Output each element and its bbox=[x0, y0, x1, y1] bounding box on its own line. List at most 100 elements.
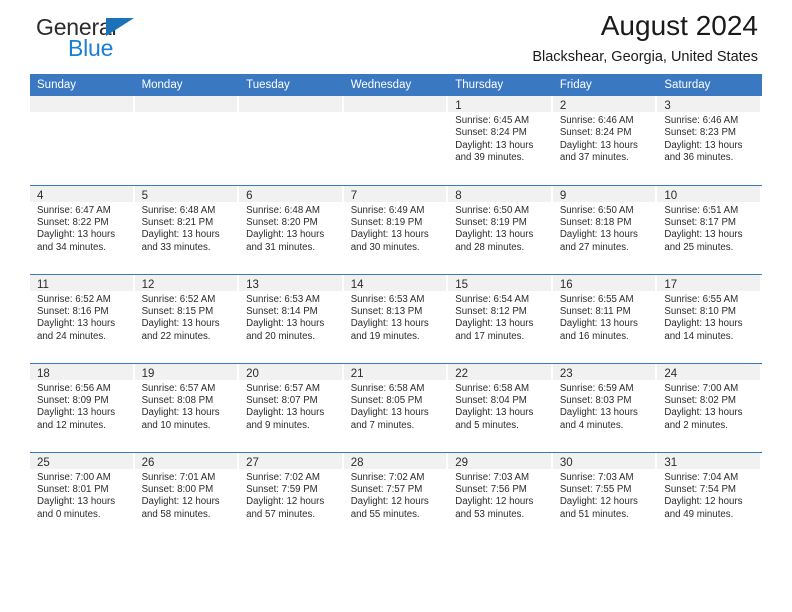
calendar-week-row: 25 Sunrise: 7:00 AM Sunset: 8:01 PM Dayligh… bbox=[30, 451, 762, 541]
day-number: 16 bbox=[552, 274, 658, 291]
logo-triangle-icon bbox=[106, 18, 134, 36]
sunset-text: Sunset: 8:02 PM bbox=[664, 394, 736, 406]
sunrise-text: Sunrise: 7:02 AM bbox=[246, 471, 320, 483]
day-number: 15 bbox=[448, 274, 553, 291]
sunset-text: Sunset: 8:00 PM bbox=[141, 483, 214, 495]
sunrise-text: Sunrise: 6:58 AM bbox=[350, 382, 425, 394]
day-number: 8 bbox=[448, 185, 553, 202]
daylight-text: Daylight: 13 hours and 36 minutes. bbox=[664, 139, 743, 164]
calendar-day-cell[interactable]: 16 Sunrise: 6:55 AM Sunset: 8:11 PM Dayligh… bbox=[552, 273, 658, 363]
calendar-empty-cell bbox=[30, 96, 135, 185]
day-number: 28 bbox=[343, 452, 449, 469]
daylight-text: Daylight: 13 hours and 33 minutes. bbox=[141, 229, 220, 253]
calendar-day-cell[interactable]: 22 Sunrise: 6:58 AM Sunset: 8:04 PM Dayligh… bbox=[448, 362, 553, 452]
calendar-day-cell[interactable]: 24 Sunrise: 7:00 AM Sunset: 8:02 PM Dayligh… bbox=[657, 362, 762, 452]
day-number: 6 bbox=[239, 185, 344, 202]
calendar-day-cell[interactable]: 19 Sunrise: 6:57 AM Sunset: 8:08 PM Dayligh… bbox=[134, 362, 240, 452]
sunset-text: Sunset: 8:13 PM bbox=[350, 305, 423, 317]
day-details: Sunrise: 6:54 AM Sunset: 8:12 PM Daylight:… bbox=[448, 291, 553, 343]
sunrise-text: Sunrise: 7:00 AM bbox=[37, 471, 111, 483]
calendar-day-cell[interactable]: 29 Sunrise: 7:03 AM Sunset: 7:56 PM Dayligh… bbox=[448, 451, 553, 541]
sunrise-text: Sunrise: 6:45 AM bbox=[455, 115, 530, 126]
calendar-day-cell[interactable]: 6 Sunrise: 6:48 AM Sunset: 8:20 PM Daylight… bbox=[239, 184, 344, 274]
weekday-header-saturday: Saturday bbox=[657, 74, 762, 96]
calendar-day-cell[interactable]: 15 Sunrise: 6:54 AM Sunset: 8:12 PM Dayligh… bbox=[448, 273, 553, 363]
sunset-text: Sunset: 7:54 PM bbox=[664, 483, 736, 495]
sunset-text: Sunset: 8:19 PM bbox=[455, 216, 527, 228]
calendar-day-cell[interactable]: 21 Sunrise: 6:58 AM Sunset: 8:05 PM Dayligh… bbox=[343, 362, 449, 452]
daylight-text: Daylight: 13 hours and 7 minutes. bbox=[350, 407, 429, 431]
sunset-text: Sunset: 8:09 PM bbox=[37, 394, 109, 406]
daylight-text: Daylight: 13 hours and 12 minutes. bbox=[37, 407, 116, 431]
day-details: Sunrise: 6:51 AM Sunset: 8:17 PM Daylight:… bbox=[657, 202, 762, 254]
calendar-day-cell[interactable]: 5 Sunrise: 6:48 AM Sunset: 8:21 PM Daylight… bbox=[134, 184, 240, 274]
calendar-day-cell[interactable]: 14 Sunrise: 6:53 AM Sunset: 8:13 PM Dayligh… bbox=[343, 273, 449, 363]
sunrise-text: Sunrise: 7:04 AM bbox=[664, 471, 739, 483]
daylight-text: Daylight: 13 hours and 14 minutes. bbox=[664, 318, 743, 342]
sunrise-text: Sunrise: 6:59 AM bbox=[559, 382, 634, 394]
daylight-text: Daylight: 13 hours and 22 minutes. bbox=[141, 318, 220, 342]
day-number: 29 bbox=[448, 452, 553, 469]
calendar-day-cell[interactable]: 26 Sunrise: 7:01 AM Sunset: 8:00 PM Dayligh… bbox=[134, 451, 240, 541]
calendar-day-cell[interactable]: 8 Sunrise: 6:50 AM Sunset: 8:19 PM Daylight… bbox=[448, 184, 553, 274]
calendar-day-cell[interactable]: 4 Sunrise: 6:47 AM Sunset: 8:22 PM Daylight… bbox=[30, 184, 135, 274]
day-number: 19 bbox=[134, 363, 240, 380]
calendar-day-cell[interactable]: 7 Sunrise: 6:49 AM Sunset: 8:19 PM Daylight… bbox=[343, 184, 449, 274]
day-details: Sunrise: 6:59 AM Sunset: 8:03 PM Daylight:… bbox=[553, 380, 658, 432]
calendar-week-row: 18 Sunrise: 6:56 AM Sunset: 8:09 PM Dayligh… bbox=[30, 362, 762, 452]
daylight-text: Daylight: 13 hours and 10 minutes. bbox=[141, 407, 220, 431]
calendar-day-cell[interactable]: 9 Sunrise: 6:50 AM Sunset: 8:18 PM Daylight… bbox=[552, 184, 658, 274]
calendar-day-cell[interactable]: 11 Sunrise: 6:52 AM Sunset: 8:16 PM Dayligh… bbox=[30, 273, 135, 363]
day-details: Sunrise: 6:56 AM Sunset: 8:09 PM Daylight:… bbox=[30, 380, 135, 432]
day-number: 10 bbox=[657, 185, 762, 202]
calendar-day-cell[interactable]: 28 Sunrise: 7:02 AM Sunset: 7:57 PM Dayligh… bbox=[343, 451, 449, 541]
day-details: Sunrise: 6:47 AM Sunset: 8:22 PM Daylight:… bbox=[30, 202, 135, 254]
sunset-text: Sunset: 8:16 PM bbox=[37, 305, 109, 317]
day-number: 17 bbox=[657, 274, 762, 291]
day-details: Sunrise: 7:00 AM Sunset: 8:01 PM Daylight:… bbox=[30, 469, 135, 521]
daylight-text: Daylight: 12 hours and 57 minutes. bbox=[246, 496, 325, 520]
sunrise-text: Sunrise: 7:02 AM bbox=[350, 471, 425, 483]
daylight-text: Daylight: 12 hours and 51 minutes. bbox=[559, 496, 638, 520]
calendar-table: Sunday Monday Tuesday Wednesday Thursday… bbox=[30, 74, 762, 541]
day-details: Sunrise: 6:57 AM Sunset: 8:08 PM Daylight:… bbox=[135, 380, 240, 432]
daylight-text: Daylight: 13 hours and 9 minutes. bbox=[246, 407, 325, 431]
daylight-text: Daylight: 13 hours and 24 minutes. bbox=[37, 318, 116, 342]
calendar-day-cell[interactable]: 10 Sunrise: 6:51 AM Sunset: 8:17 PM Dayligh… bbox=[657, 184, 762, 274]
calendar-day-cell[interactable]: 17 Sunrise: 6:55 AM Sunset: 8:10 PM Dayligh… bbox=[657, 273, 762, 363]
calendar-day-cell[interactable]: 12 Sunrise: 6:52 AM Sunset: 8:15 PM Dayligh… bbox=[134, 273, 240, 363]
calendar-day-cell[interactable]: 3 Sunrise: 6:46 AM Sunset: 8:23 PM Daylight… bbox=[657, 96, 762, 185]
logo-text-general: General bbox=[36, 16, 156, 39]
daylight-text: Daylight: 13 hours and 0 minutes. bbox=[37, 496, 116, 520]
day-number: 21 bbox=[343, 363, 449, 380]
calendar-day-cell[interactable]: 30 Sunrise: 7:03 AM Sunset: 7:55 PM Dayligh… bbox=[552, 451, 658, 541]
sunrise-text: Sunrise: 6:57 AM bbox=[246, 382, 320, 394]
sunrise-text: Sunrise: 6:50 AM bbox=[559, 204, 634, 216]
daylight-text: Daylight: 13 hours and 27 minutes. bbox=[559, 229, 638, 253]
general-blue-logo: General Blue bbox=[36, 16, 156, 66]
calendar-day-cell[interactable]: 23 Sunrise: 6:59 AM Sunset: 8:03 PM Dayligh… bbox=[552, 362, 658, 452]
sunrise-text: Sunrise: 6:53 AM bbox=[350, 293, 425, 305]
sunrise-text: Sunrise: 6:54 AM bbox=[455, 293, 530, 305]
calendar-day-cell[interactable]: 25 Sunrise: 7:00 AM Sunset: 8:01 PM Dayligh… bbox=[30, 451, 135, 541]
calendar-day-cell[interactable]: 2 Sunrise: 6:46 AM Sunset: 8:24 PM Daylight… bbox=[552, 96, 658, 185]
day-details: Sunrise: 7:04 AM Sunset: 7:54 PM Daylight:… bbox=[657, 469, 762, 521]
weekday-header-monday: Monday bbox=[134, 74, 240, 96]
calendar-day-cell[interactable]: 18 Sunrise: 6:56 AM Sunset: 8:09 PM Dayligh… bbox=[30, 362, 135, 452]
day-number: 23 bbox=[552, 363, 658, 380]
calendar-page: General Blue August 2024 Blackshear, Geo… bbox=[0, 0, 792, 612]
day-details: Sunrise: 7:02 AM Sunset: 7:59 PM Daylight:… bbox=[239, 469, 344, 521]
daylight-text: Daylight: 13 hours and 5 minutes. bbox=[455, 407, 534, 431]
sunrise-text: Sunrise: 6:53 AM bbox=[246, 293, 320, 305]
calendar-day-cell[interactable]: 13 Sunrise: 6:53 AM Sunset: 8:14 PM Dayligh… bbox=[239, 273, 344, 363]
sunset-text: Sunset: 8:04 PM bbox=[455, 394, 527, 406]
calendar-day-cell[interactable]: 27 Sunrise: 7:02 AM Sunset: 7:59 PM Dayligh… bbox=[239, 451, 344, 541]
calendar-day-cell[interactable]: 1 Sunrise: 6:45 AM Sunset: 8:24 PM Daylight… bbox=[448, 96, 553, 185]
calendar-day-cell[interactable]: 20 Sunrise: 6:57 AM Sunset: 8:07 PM Dayligh… bbox=[239, 362, 344, 452]
calendar-day-cell[interactable]: 31 Sunrise: 7:04 AM Sunset: 7:54 PM Dayligh… bbox=[657, 451, 762, 541]
daylight-text: Daylight: 13 hours and 37 minutes. bbox=[559, 139, 638, 164]
day-details: Sunrise: 6:57 AM Sunset: 8:07 PM Daylight:… bbox=[239, 380, 344, 432]
day-details: Sunrise: 6:58 AM Sunset: 8:05 PM Daylight:… bbox=[344, 380, 449, 432]
day-details: Sunrise: 7:02 AM Sunset: 7:57 PM Daylight:… bbox=[344, 469, 449, 521]
sunrise-text: Sunrise: 6:51 AM bbox=[664, 204, 739, 216]
